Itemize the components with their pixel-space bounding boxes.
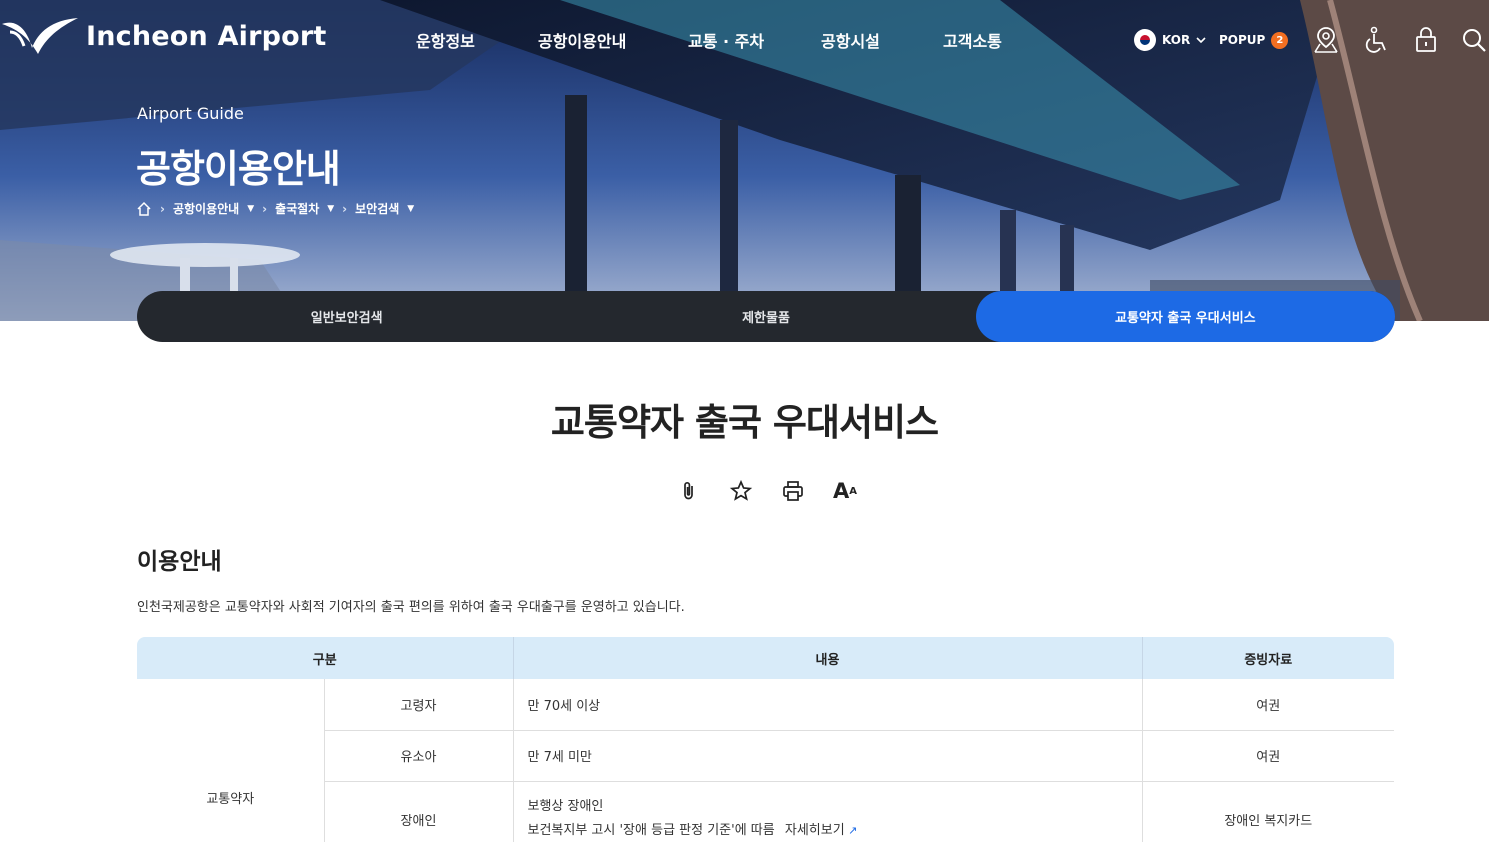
font-size-icon[interactable]: AA [832,478,858,504]
table-row: 유소아 만 7세 미만 여권 [137,730,1394,782]
breadcrumb-item-security[interactable]: 보안검색 [355,200,399,217]
table-cell-proof: 여권 [1142,730,1394,782]
nav-item-transport-parking[interactable]: 교통 · 주차 [688,28,764,52]
tab-priority-service[interactable]: 교통약자 출국 우대서비스 [975,291,1395,342]
search-icon[interactable] [1458,24,1489,56]
content-line-1: 보행상 장애인 [527,799,604,814]
font-size-large: A [832,479,850,503]
tab-general-security[interactable]: 일반보안검색 [137,291,556,342]
home-icon[interactable] [136,201,152,217]
star-icon[interactable] [728,478,754,504]
content-line-2-text: 보건복지부 고시 '장애 등급 판정 기준'에 따름 [527,823,775,838]
lock-icon[interactable] [1410,24,1442,56]
table-group-label: 교통약자 [137,679,325,842]
table-cell-content: 만 7세 미만 [513,730,1143,782]
breadcrumb-item-airport-guide[interactable]: 공항이용안내 [173,200,239,217]
detail-link[interactable]: 자세히보기 ↗ [779,823,858,838]
table-cell-proof: 장애인 복지카드 [1142,781,1394,842]
table-header-row: 구분 내용 증빙자료 [137,637,1394,679]
hero-banner: Incheon Airport 운항정보 공항이용안내 교통 · 주차 공항시설… [0,0,1489,321]
caret-down-icon[interactable]: ▼ [327,204,334,214]
page-tools: AA [676,478,858,504]
popup-count-badge: 2 [1271,31,1289,49]
priority-service-table: 구분 내용 증빙자료 교통약자 고령자 만 70세 이상 여권 유소아 만 7세… [137,637,1394,842]
detail-link-label: 자세히보기 [784,823,845,838]
table-cell-proof: 여권 [1142,679,1394,731]
font-size-small: A [849,485,857,497]
table-cell-type: 장애인 [324,781,514,842]
print-icon[interactable] [780,478,806,504]
content-title: 교통약자 출국 우대서비스 [550,401,939,444]
table-header-category: 구분 [137,637,514,679]
content-line-2: 보건복지부 고시 '장애 등급 판정 기준'에 따름 자세히보기 ↗ [528,819,1128,842]
popup-button[interactable]: POPUP 2 [1219,26,1289,54]
table-header-content: 내용 [513,637,1143,679]
sub-tabs: 일반보안검색 제한물품 교통약자 출국 우대서비스 [137,291,1395,342]
section-title: 이용안내 [137,549,222,575]
table-cell-content: 만 70세 이상 [513,679,1143,731]
table-header-proof: 증빙자료 [1142,637,1394,679]
nav-item-flight-info[interactable]: 운항정보 [416,28,475,52]
caret-down-icon[interactable]: ▼ [247,204,254,214]
nav-item-facilities[interactable]: 공항시설 [821,28,880,52]
paperclip-icon[interactable] [676,478,702,504]
map-pin-icon[interactable] [1310,24,1342,56]
breadcrumb-item-departure[interactable]: 출국절차 [275,200,319,217]
language-label: KOR [1162,33,1191,47]
caret-down-icon[interactable]: ▼ [407,204,414,214]
hero-subtitle: Airport Guide [137,104,244,123]
section-description: 인천국제공항은 교통약자와 사회적 기여자의 출국 편의를 위하여 출국 우대출… [137,600,685,615]
nav-item-customer[interactable]: 고객소통 [943,28,1002,52]
nav-item-airport-guide[interactable]: 공항이용안내 [538,28,626,52]
tab-restricted-items[interactable]: 제한물품 [556,291,975,342]
table-cell-content: 보행상 장애인 보건복지부 고시 '장애 등급 판정 기준'에 따름 자세히보기… [513,781,1143,842]
korea-flag-icon [1134,29,1156,51]
breadcrumb-separator-icon: › [262,201,268,216]
breadcrumb-separator-icon: › [160,201,165,216]
breadcrumb-separator-icon: › [342,201,348,216]
table-cell-type: 유소아 [324,730,514,782]
table-row: 장애인 보행상 장애인 보건복지부 고시 '장애 등급 판정 기준'에 따름 자… [137,781,1394,842]
page-title: 공항이용안내 [136,147,341,191]
popup-label: POPUP [1219,33,1266,47]
language-selector[interactable]: KOR [1134,26,1206,54]
chevron-down-icon [1196,36,1206,43]
external-link-icon: ↗ [844,824,858,837]
table-cell-type: 고령자 [324,679,514,731]
wheelchair-icon[interactable] [1360,24,1392,56]
table-row: 교통약자 고령자 만 70세 이상 여권 [137,679,1394,842]
breadcrumb: › 공항이용안내 ▼ › 출국절차 ▼ › 보안검색 ▼ [136,200,414,217]
